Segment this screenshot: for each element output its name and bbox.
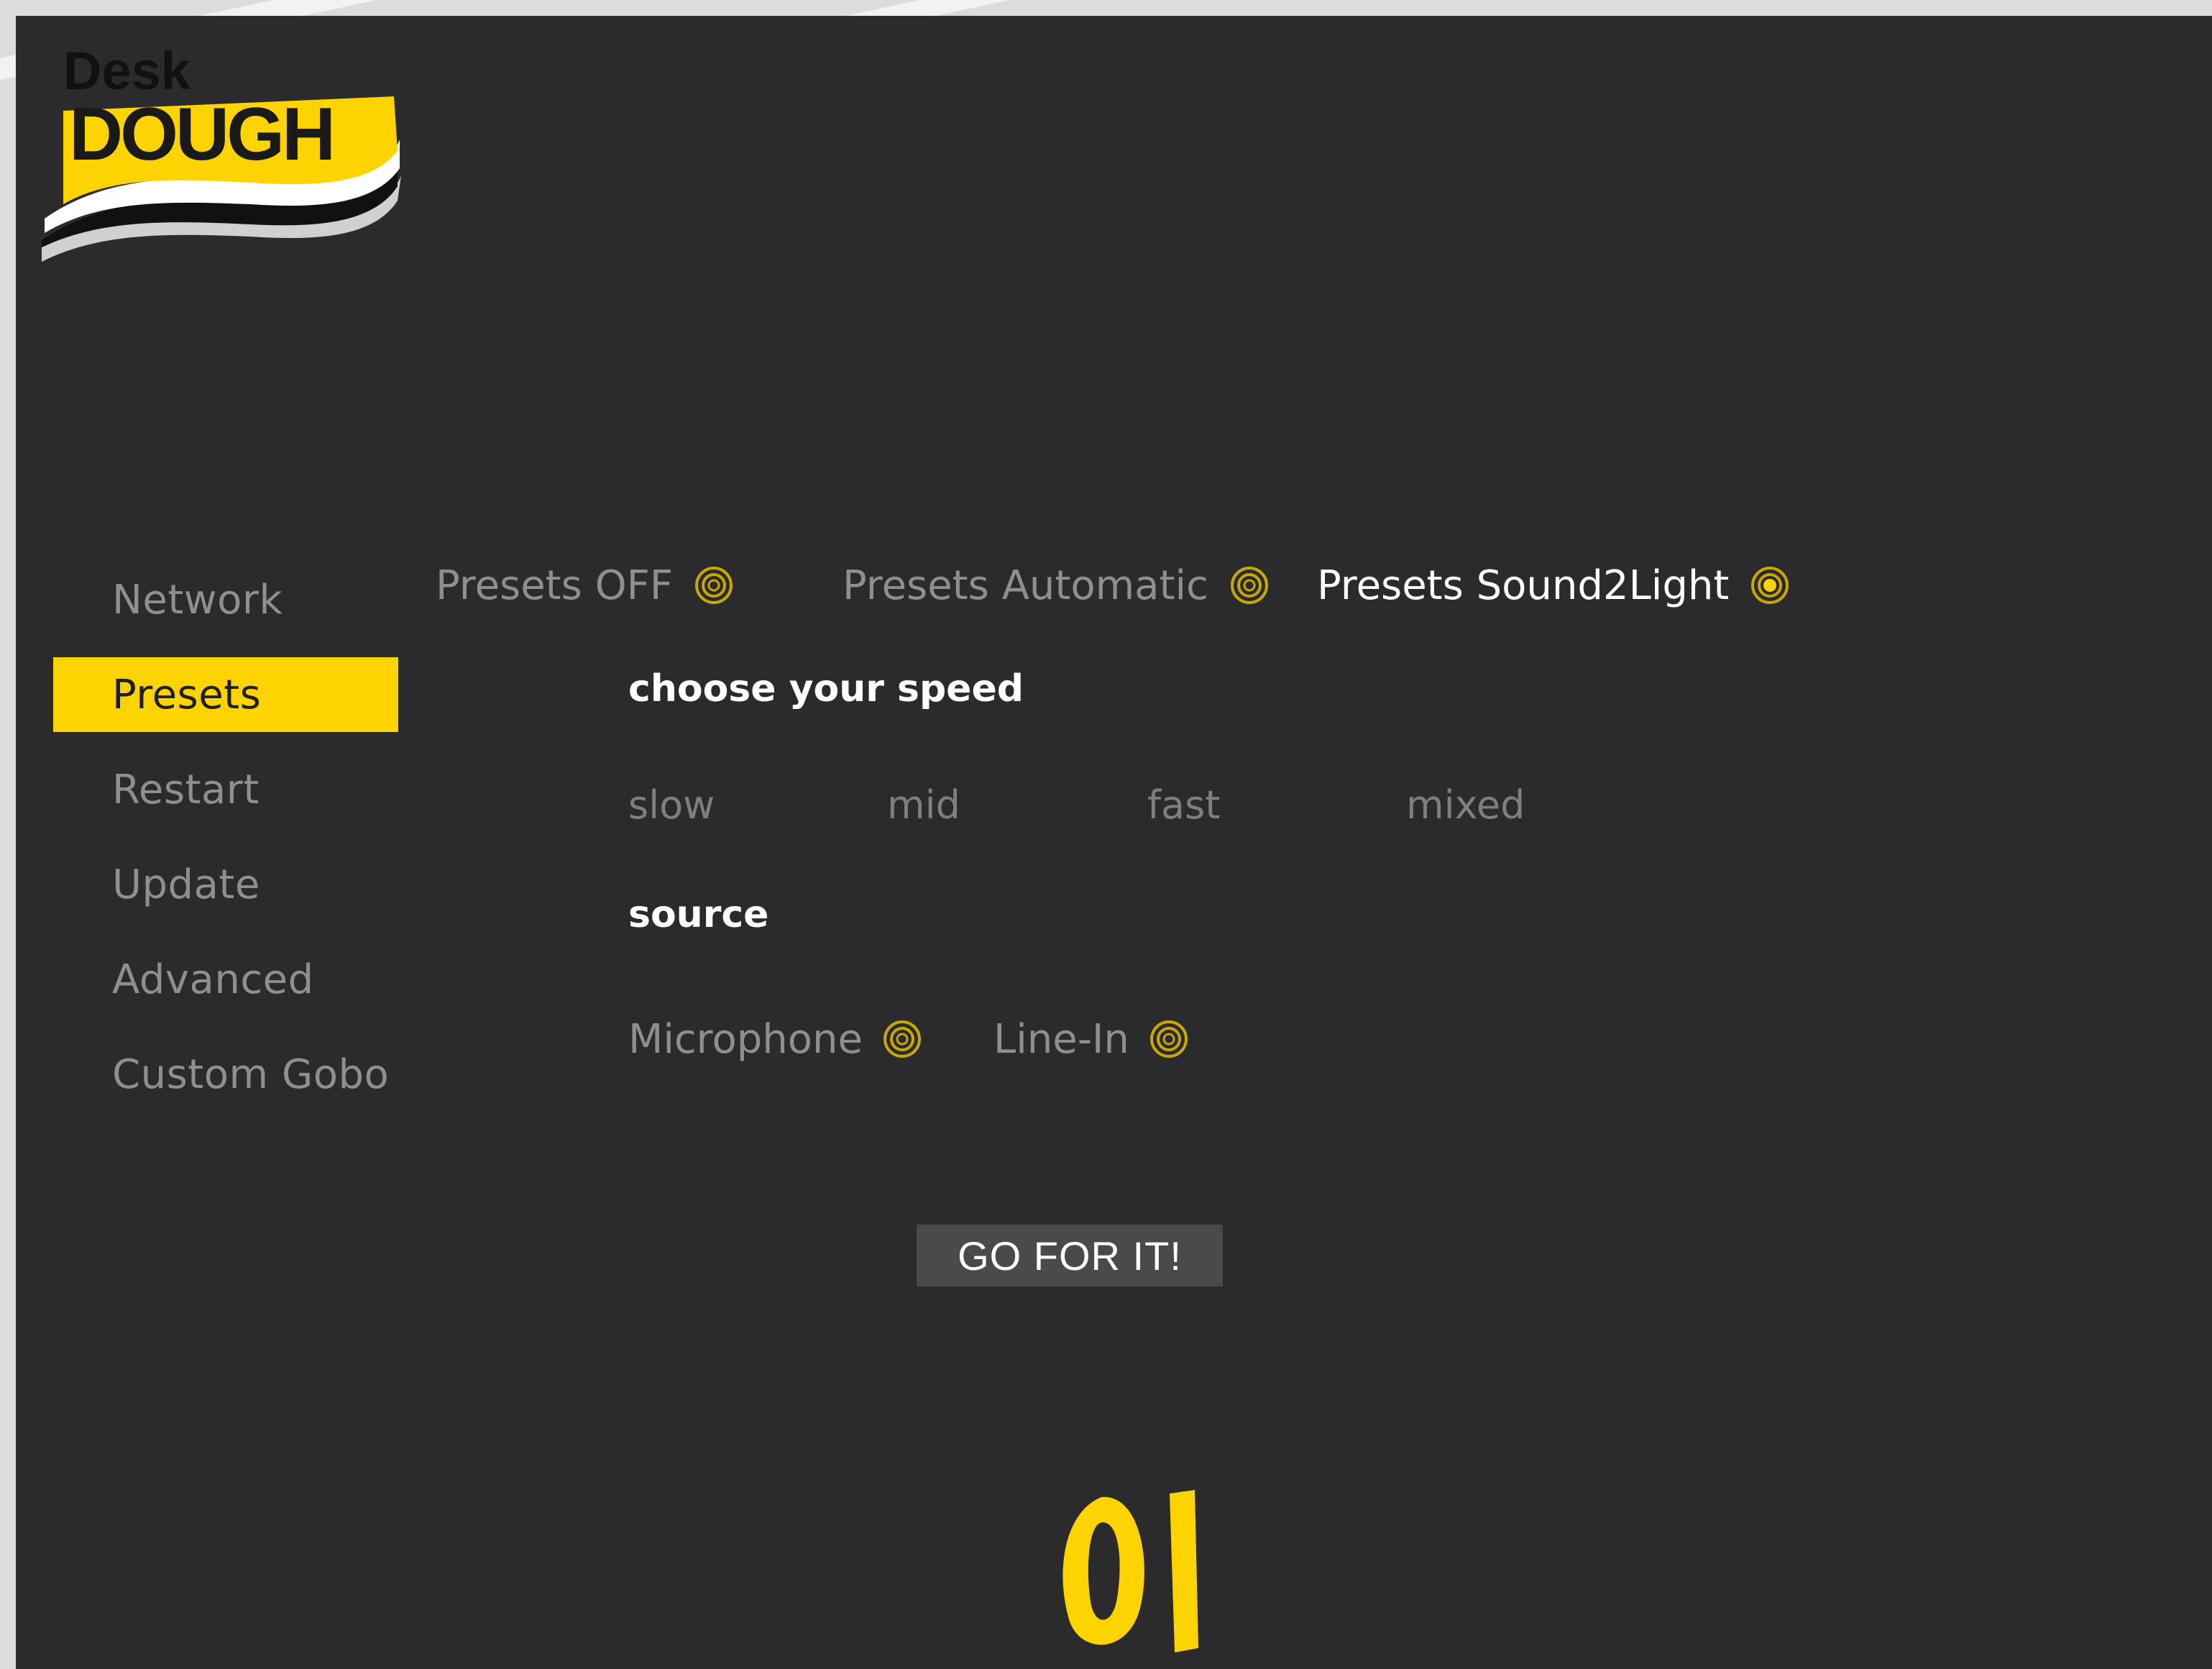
source-option-line-in[interactable]: Line-In [993,1007,1188,1071]
radio-target-icon[interactable] [1230,566,1269,605]
radio-target-icon[interactable] [1149,1020,1188,1058]
speed-option-fast[interactable]: fast [1147,782,1220,828]
sidebar-item-restart[interactable]: Restart [53,752,398,827]
sidebar-item-advanced[interactable]: Advanced [53,942,398,1017]
mode-label: Presets Sound2Light [1317,562,1730,609]
source-label: Line-In [993,1015,1129,1063]
source-label: Microphone [628,1015,863,1063]
sidebar-item-label: Presets [112,671,262,718]
speed-option-slow[interactable]: slow [628,782,715,828]
logo-main-text: DOUGH [69,93,333,176]
sidebar-item-custom-gobo[interactable]: Custom Gobo [53,1037,398,1112]
radio-target-icon[interactable] [694,566,733,605]
mode-label: Presets Automatic [843,562,1208,609]
mode-label: Presets OFF [436,562,674,609]
sidebar-item-label: Restart [112,766,260,813]
sidebar-item-label: Advanced [112,956,314,1003]
sidebar-item-label: Custom Gobo [112,1051,390,1098]
sidebar-item-update[interactable]: Update [53,847,398,922]
brand-mark-icon [1051,1483,1224,1663]
radio-selected-icon[interactable] [1750,566,1789,605]
speed-option-mid[interactable]: mid [887,782,960,828]
speed-section-title: choose your speed [628,667,1024,710]
speed-option-mixed[interactable]: mixed [1406,782,1525,828]
mode-presets-automatic[interactable]: Presets Automatic [843,548,1269,623]
desk-dough-logo: Desk DOUGH [35,32,408,262]
mode-presets-off[interactable]: Presets OFF [436,548,733,623]
radio-target-icon[interactable] [883,1020,922,1058]
sidebar-item-label: Update [112,861,260,908]
source-option-microphone[interactable]: Microphone [628,1007,922,1071]
go-for-it-button[interactable]: GO FOR IT! [917,1225,1223,1286]
logo-top-text: Desk [63,41,191,101]
main-panel: Desk DOUGH Network Presets Restart Updat… [16,16,2212,1669]
mode-presets-sound2light[interactable]: Presets Sound2Light [1317,548,1789,623]
sidebar-nav: Network Presets Restart Update Advanced … [53,562,398,1132]
source-section-title: source [628,893,769,936]
preset-mode-group: Presets OFF Presets Automatic Presets So… [436,548,1873,623]
sidebar-item-network[interactable]: Network [53,562,398,637]
sidebar-item-presets[interactable]: Presets [53,657,398,732]
sidebar-item-label: Network [112,576,283,623]
